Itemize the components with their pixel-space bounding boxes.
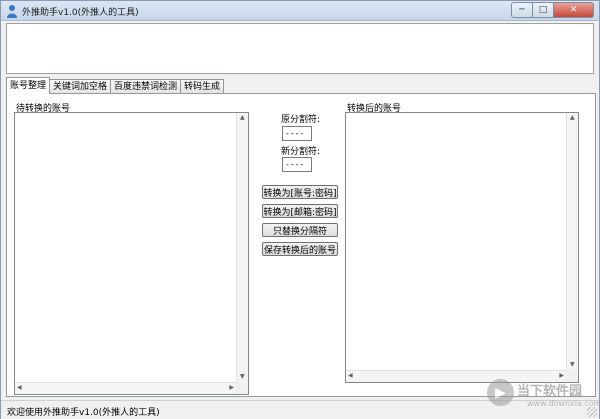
tab-baidu-banned-words[interactable]: 百度违禁词检测	[110, 79, 182, 94]
convert-email-password-button[interactable]: 转换为[邮箱:密码]	[262, 204, 338, 218]
scroll-left-arrow-icon[interactable]: ◀	[17, 385, 22, 391]
new-separator-label: 新分割符:	[281, 147, 321, 157]
minimize-button[interactable]: ─	[511, 2, 533, 18]
top-text-panel[interactable]	[6, 23, 594, 74]
app-window: 外推助手v1.0(外推人的工具) ─ □ ✕ 账号整理 关键词加空格 百度违禁词…	[0, 0, 600, 419]
orig-separator-label: 原分割符:	[281, 115, 321, 125]
scroll-up-arrow-icon[interactable]: ▲	[240, 115, 245, 121]
scroll-right-arrow-icon[interactable]: ▶	[229, 385, 234, 391]
app-person-icon	[7, 5, 17, 18]
scroll-down-arrow-icon[interactable]: ▼	[240, 374, 245, 380]
save-converted-button[interactable]: 保存转换后的账号	[262, 242, 338, 256]
watermark-play-icon: ▶	[487, 379, 514, 406]
scroll-corner	[236, 382, 248, 394]
source-accounts-list[interactable]: ▲ ▼ ◀ ▶	[14, 112, 249, 395]
scroll-down-arrow-icon[interactable]: ▼	[570, 362, 575, 368]
site-watermark: ▶ 当下软件园 www.downxia.com	[487, 379, 600, 415]
watermark-subtitle: www.downxia.com	[527, 399, 600, 408]
status-text: 欢迎使用外推助手v1.0(外推人的工具)	[7, 408, 160, 418]
maximize-button[interactable]: □	[533, 2, 554, 18]
tab-panel-account-organize: 待转换的账号 ▲ ▼ ◀ ▶ 原分割符: 新分割符: 转换为[账号:密码] 转换…	[6, 93, 596, 397]
tab-account-organize[interactable]: 账号整理	[6, 77, 51, 94]
scroll-up-arrow-icon[interactable]: ▲	[570, 115, 575, 121]
scroll-left-arrow-icon[interactable]: ◀	[348, 373, 353, 379]
tab-keyword-spacing[interactable]: 关键词加空格	[49, 79, 112, 94]
source-list-vertical-scrollbar[interactable]: ▲ ▼	[236, 113, 248, 382]
converted-list-vertical-scrollbar[interactable]: ▲ ▼	[566, 113, 578, 370]
window-controls: ─ □ ✕	[511, 2, 594, 18]
new-separator-input[interactable]	[282, 157, 312, 172]
window-title: 外推助手v1.0(外推人的工具)	[22, 8, 139, 18]
converted-accounts-list[interactable]: ▲ ▼ ◀ ▶	[345, 112, 579, 383]
title-bar[interactable]: 外推助手v1.0(外推人的工具) ─ □ ✕	[1, 1, 599, 21]
orig-separator-input[interactable]	[282, 126, 312, 141]
close-button[interactable]: ✕	[554, 2, 594, 18]
convert-account-password-button[interactable]: 转换为[账号:密码]	[262, 185, 338, 199]
tab-transcode[interactable]: 转码生成	[180, 79, 225, 94]
replace-separator-button[interactable]: 只替换分隔符	[262, 223, 338, 237]
tab-strip: 账号整理 关键词加空格 百度违禁词检测 转码生成	[6, 77, 225, 94]
watermark-title: 当下软件园	[517, 384, 583, 399]
source-list-horizontal-scrollbar[interactable]: ◀ ▶	[15, 382, 236, 394]
